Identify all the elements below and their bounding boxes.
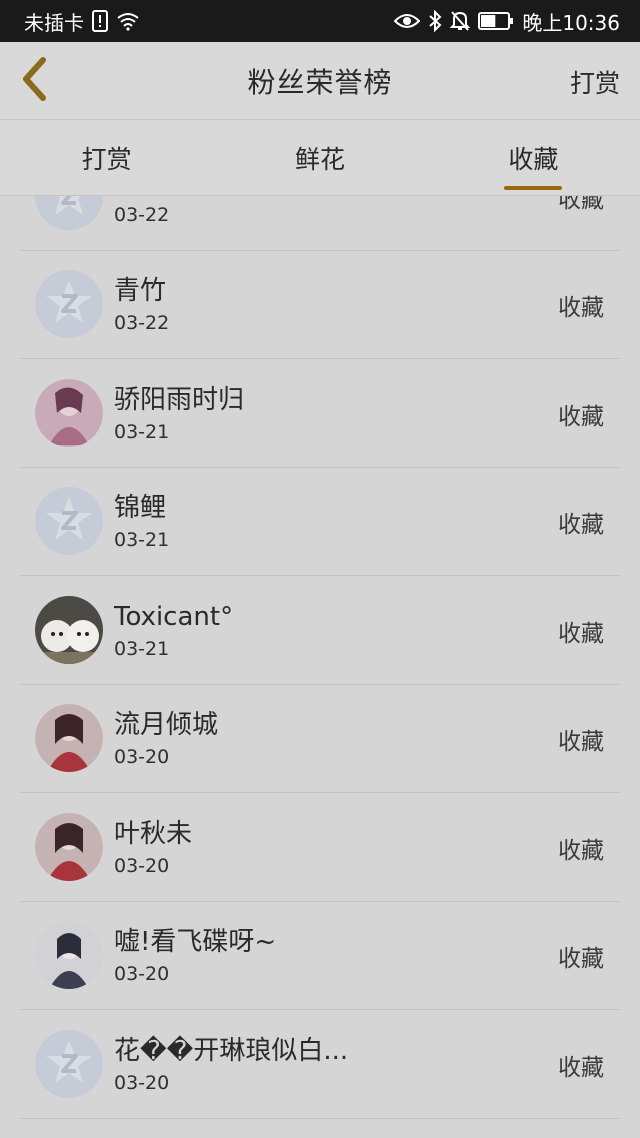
fan-name: 叶秋未 <box>114 818 193 849</box>
list-item[interactable]: 青竹 03-22 收藏 <box>20 251 620 359</box>
fan-name: 锦鲤 <box>114 493 167 524</box>
fan-date: 03-21 <box>114 529 170 552</box>
action-label: 收藏 <box>558 196 604 213</box>
default-avatar-icon[interactable] <box>35 196 103 230</box>
action-label: 收藏 <box>558 729 604 756</box>
fan-date: 03-20 <box>114 963 170 986</box>
fan-info: Toxicant° 03-21 <box>114 600 233 660</box>
default-avatar-icon[interactable] <box>35 1029 103 1098</box>
default-avatar-icon[interactable] <box>35 487 103 556</box>
action-label: 收藏 <box>558 946 604 973</box>
fan-name: 花��开琳琅似白... <box>114 1035 349 1066</box>
action-label: 收藏 <box>558 295 604 322</box>
fan-info: 青竹 03-22 <box>114 274 169 334</box>
bluetooth-icon <box>428 10 442 32</box>
reward-button[interactable]: 打赏 <box>570 64 620 100</box>
fan-name: 青竹 <box>114 276 167 307</box>
action-label: 收藏 <box>558 1054 604 1081</box>
fan-name: 骄阳雨时归 <box>114 384 245 415</box>
fan-name: 春草 <box>114 196 169 200</box>
wifi-icon <box>116 11 140 31</box>
fan-info: 叶秋未 03-20 <box>114 817 192 877</box>
status-right: 晚上10:36 <box>394 7 620 36</box>
action-label: 收藏 <box>558 512 604 539</box>
default-avatar-icon[interactable] <box>35 270 103 339</box>
avatar[interactable] <box>35 812 103 881</box>
avatar[interactable] <box>35 595 103 664</box>
battery-icon <box>478 12 514 30</box>
list-item[interactable]: 花��开琳琅似白... 03-20 收藏 <box>20 1010 620 1119</box>
fan-date: 03-20 <box>114 1071 170 1094</box>
avatar[interactable] <box>35 704 103 773</box>
action-label: 收藏 <box>558 837 604 864</box>
fan-date: 03-21 <box>114 420 170 443</box>
fan-info: 嘘!看飞碟呀~ 03-20 <box>114 925 276 985</box>
clock-label: 晚上10:36 <box>522 10 620 35</box>
fan-name: 流月倾城 <box>114 710 219 741</box>
list-item[interactable]: Toxicant° 03-21 收藏 <box>20 576 620 685</box>
action-label: 收藏 <box>558 403 604 430</box>
list-item[interactable]: 嘘!看飞碟呀~ 03-20 收藏 <box>20 902 620 1010</box>
tab-flowers[interactable]: 鲜花 <box>213 120 426 195</box>
fan-date: 03-20 <box>114 746 170 769</box>
fan-info: 春草 03-22 <box>114 196 169 226</box>
fan-name: 嘘!看飞碟呀~ <box>114 927 277 958</box>
carrier-label: 未插卡 <box>24 10 84 35</box>
fan-date: 03-21 <box>114 637 170 660</box>
fan-info: 花��开琳琅似白... 03-20 <box>114 1034 348 1094</box>
avatar[interactable] <box>35 378 103 447</box>
tab-favorites[interactable]: 收藏 <box>427 120 640 195</box>
status-left: 未插卡 <box>24 7 140 36</box>
chevron-left-icon <box>19 56 49 106</box>
status-bar: 未插卡 晚上10:36 <box>0 0 640 42</box>
fan-date: 03-22 <box>114 203 170 226</box>
page-title: 粉丝荣誉榜 <box>247 65 393 99</box>
sim-alert-icon <box>92 10 108 32</box>
action-label: 收藏 <box>558 620 604 647</box>
back-button[interactable] <box>14 56 54 106</box>
list-item[interactable]: 骄阳雨时归 03-21 收藏 <box>20 359 620 468</box>
fan-list-content: 春草03-22收藏青竹03-22收藏骄阳雨时归03-21收藏锦鲤03-21收藏T… <box>0 196 640 1119</box>
fan-date: 03-22 <box>114 312 170 335</box>
tab-reward[interactable]: 打赏 <box>0 120 213 195</box>
list-item[interactable]: 叶秋未 03-20 收藏 <box>20 793 620 902</box>
fan-info: 流月倾城 03-20 <box>114 708 218 768</box>
eye-icon <box>394 12 421 30</box>
tab-bar: 打赏 鲜花 收藏 <box>0 120 640 196</box>
app-header: 粉丝荣誉榜 打赏 <box>0 42 640 120</box>
avatar[interactable] <box>35 921 103 990</box>
fan-name: Toxicant° <box>114 601 234 632</box>
fan-list[interactable]: 春草03-22收藏青竹03-22收藏骄阳雨时归03-21收藏锦鲤03-21收藏T… <box>0 196 640 1138</box>
fan-info: 骄阳雨时归 03-21 <box>114 383 244 443</box>
list-item[interactable]: 锦鲤 03-21 收藏 <box>20 468 620 576</box>
list-item[interactable]: 流月倾城 03-20 收藏 <box>20 685 620 793</box>
fan-info: 锦鲤 03-21 <box>114 491 169 551</box>
list-item[interactable]: 春草 03-22 收藏 <box>20 196 620 251</box>
fan-date: 03-20 <box>114 854 170 877</box>
mute-notification-icon <box>450 10 471 32</box>
